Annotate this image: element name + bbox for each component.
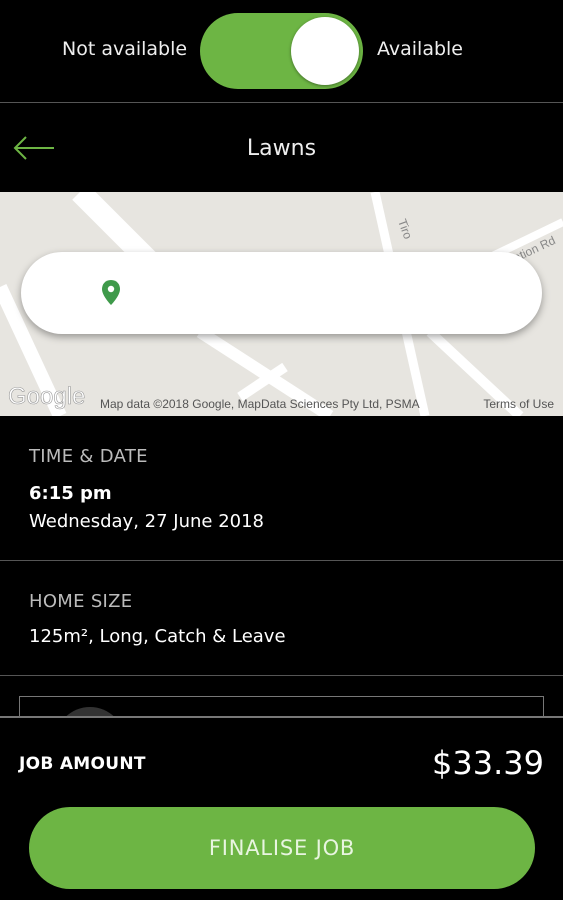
terms-of-use-link[interactable]: Terms of Use [483, 397, 554, 411]
location-search-card[interactable] [21, 252, 542, 334]
available-label: Available [377, 38, 464, 60]
not-available-label: Not available [62, 38, 188, 60]
time-date-section: TIME & DATE 6:15 pm Wednesday, 27 June 2… [0, 416, 563, 561]
page-header: Lawns [0, 104, 563, 192]
map-attribution: Map data ©2018 Google, MapData Sciences … [100, 397, 420, 411]
map-view[interactable]: Tiro ation Rd Google Map data ©2018 Goog… [0, 192, 563, 416]
home-size-value: 125m², Long, Catch & Leave [29, 626, 286, 647]
finalise-job-button[interactable]: FINALISE JOB [29, 807, 535, 889]
google-logo: Google [8, 383, 86, 411]
job-amount-label: JOB AMOUNT [19, 754, 146, 774]
map-pin-icon [102, 280, 120, 305]
page-title: Lawns [246, 136, 317, 161]
date-value: Wednesday, 27 June 2018 [29, 511, 265, 532]
availability-toggle[interactable] [200, 13, 363, 89]
job-footer: JOB AMOUNT $33.39 FINALISE JOB [0, 716, 563, 900]
toggle-knob[interactable] [291, 17, 359, 85]
job-amount-value: $33.39 [432, 744, 544, 782]
home-size-section: HOME SIZE 125m², Long, Catch & Leave [0, 562, 563, 676]
time-date-label: TIME & DATE [29, 446, 148, 467]
home-size-label: HOME SIZE [29, 591, 133, 612]
availability-bar: Not available Available [0, 0, 563, 103]
time-value: 6:15 pm [29, 483, 112, 504]
